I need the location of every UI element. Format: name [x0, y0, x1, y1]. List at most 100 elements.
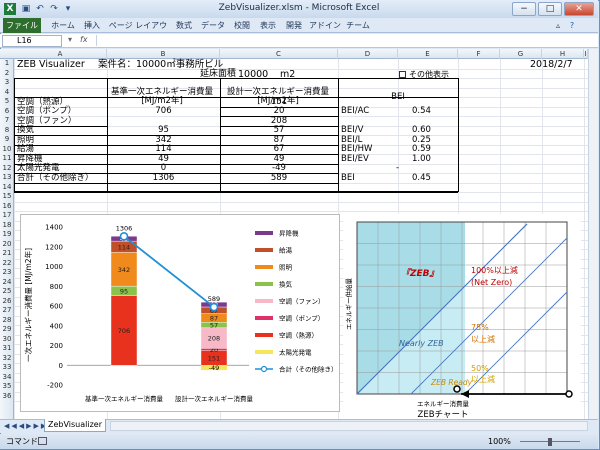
tab-team[interactable]: チーム [344, 18, 372, 33]
bar-data-label: 114 [118, 243, 130, 251]
bar-data-label: 151 [208, 354, 220, 362]
other-display-checkbox[interactable] [399, 71, 406, 78]
table-border [107, 163, 220, 165]
legend-label: 空調（ファン） [279, 297, 325, 306]
legend-line-marker [260, 365, 268, 373]
legend-swatch [255, 299, 273, 303]
zoom-level[interactable]: 100% [488, 434, 511, 449]
bar-data-label: 95 [120, 287, 128, 295]
table-border [14, 78, 458, 79]
table-border [14, 154, 107, 155]
total-label: 589 [208, 295, 220, 303]
table-border [220, 125, 338, 127]
table-border [220, 154, 338, 155]
x-category-label: 設計一次エネルギー消費量 [175, 394, 254, 403]
insert-function-icon[interactable]: fx [80, 35, 88, 44]
reduction-label: (Net Zero) [471, 278, 512, 287]
legend-swatch [255, 248, 273, 252]
tab-insert[interactable]: 挿入 [80, 18, 104, 33]
redo-icon[interactable]: ↷ [48, 3, 60, 15]
title-bar: ZebVisualizer.xlsm - Microsoft Excel X ▣… [0, 0, 598, 18]
macro-record-icon[interactable] [38, 437, 47, 445]
minimize-button[interactable]: − [512, 2, 536, 16]
save-icon[interactable]: ▣ [20, 3, 32, 15]
customize-toolbar-icon[interactable]: ▾ [62, 3, 74, 15]
bei-label: BEI [341, 172, 355, 183]
sheet-nav-arrows-icon[interactable]: ◀◀◀▶▶▶ [4, 422, 48, 430]
minimize-ribbon-icon[interactable]: ▵ [552, 18, 564, 33]
table-border [220, 144, 338, 146]
legend-swatch [255, 282, 273, 286]
x-category-label: 基準一次エネルギー消費量 [85, 394, 164, 403]
formula-bar: ▾ fx [0, 34, 598, 48]
y-tick-label: -200 [47, 382, 63, 390]
y-tick-label: 0 [59, 362, 63, 370]
vertical-scrollbar[interactable] [588, 49, 598, 419]
zoom-slider-thumb[interactable] [548, 438, 552, 446]
table-border [107, 182, 220, 184]
table-border [220, 116, 338, 117]
legend-swatch [255, 316, 273, 320]
tab-developer[interactable]: 開発 [282, 18, 306, 33]
tab-review[interactable]: 校閲 [230, 18, 254, 33]
undo-icon[interactable]: ↶ [34, 3, 46, 15]
table-border [14, 125, 107, 127]
maximize-button[interactable]: □ [538, 2, 562, 16]
energy-bar-chart[interactable]: 一次エネルギー消費量 [MJ/m2年] 1400 1200 1000 800 600 400… [20, 214, 340, 412]
zeb-y-axis-label: エネルギー供給量 [344, 278, 353, 331]
legend-swatch [255, 350, 273, 354]
status-mode: コマンド [6, 437, 38, 446]
tab-file[interactable]: ファイル [3, 18, 41, 33]
zeb-chart[interactable]: 『ZEB』 Nearly ZEB ZEB Ready 100%以上減 (Net Zero… [343, 214, 581, 419]
y-tick-label: 800 [50, 283, 63, 291]
report-date: 2018/2/7 [530, 59, 573, 70]
legend-label: 合計（その他除き） [279, 365, 338, 374]
tab-home[interactable]: ホーム [48, 18, 78, 33]
tab-formulas[interactable]: 数式 [172, 18, 196, 33]
bar-chart-canvas: 一次エネルギー消費量 [MJ/m2年] 1400 1200 1000 800 600 400… [23, 224, 338, 404]
table-border [107, 154, 220, 155]
table-border [107, 78, 108, 192]
total-label: 1306 [116, 224, 133, 232]
reduction-label: 以上減 [471, 374, 495, 384]
zeb-chart-title: ZEBチャート [418, 410, 469, 419]
help-icon[interactable]: ? [566, 18, 578, 33]
y-tick-label: 1200 [45, 243, 63, 251]
tab-addins[interactable]: アドイン [308, 18, 342, 33]
y-axis-label: 一次エネルギー消費量 [MJ/m2年] [23, 248, 33, 362]
reduction-label: 以上減 [471, 334, 495, 344]
reduction-label: 100%以上減 [471, 265, 518, 275]
design-point [453, 385, 461, 393]
spreadsheet-grid[interactable]: ABCDEFGHI 1 2 3 4 5 6 7 8 9 10 11 12 13 14 15 16 17 18 19 2… [0, 49, 588, 419]
legend-swatch [255, 265, 273, 269]
base-value: 706 [155, 106, 172, 116]
zeb-chart-canvas: 『ZEB』 Nearly ZEB ZEB Ready 100%以上減 (Net Zero… [344, 221, 573, 419]
gridline-horizontal [14, 211, 588, 212]
bar-data-label: 208 [208, 335, 220, 343]
tab-view[interactable]: 表示 [256, 18, 280, 33]
table-border [107, 144, 220, 146]
bei-value: 1.00 [412, 153, 431, 164]
tab-data[interactable]: データ [198, 18, 228, 33]
name-box-dropdown-icon[interactable]: ▾ [68, 35, 72, 44]
bei-value: - [396, 163, 400, 173]
table-border [14, 78, 15, 192]
tab-page-layout[interactable]: ページ レイアウト [106, 18, 170, 45]
table-border [107, 135, 220, 136]
table-border [220, 163, 338, 165]
status-bar: コマンド 100% [0, 434, 598, 449]
bar-data-label: 87 [210, 314, 218, 322]
table-border [14, 163, 107, 165]
legend-label: 昇降機 [279, 229, 299, 238]
close-button[interactable]: ✕ [564, 2, 594, 16]
table-border [458, 78, 459, 192]
formula-input[interactable] [96, 35, 586, 46]
total-point [119, 231, 129, 241]
table-border [14, 182, 107, 184]
legend-label: 太陽光発電 [279, 348, 312, 357]
reduction-label: 50% [471, 364, 489, 373]
sheet-tab-zebvisualizer[interactable]: ZebVisualizer [44, 419, 106, 432]
name-box[interactable]: L16 [2, 35, 62, 47]
horizontal-scrollbar[interactable] [110, 421, 588, 431]
app-name: ZEB Visualizer [17, 59, 85, 70]
